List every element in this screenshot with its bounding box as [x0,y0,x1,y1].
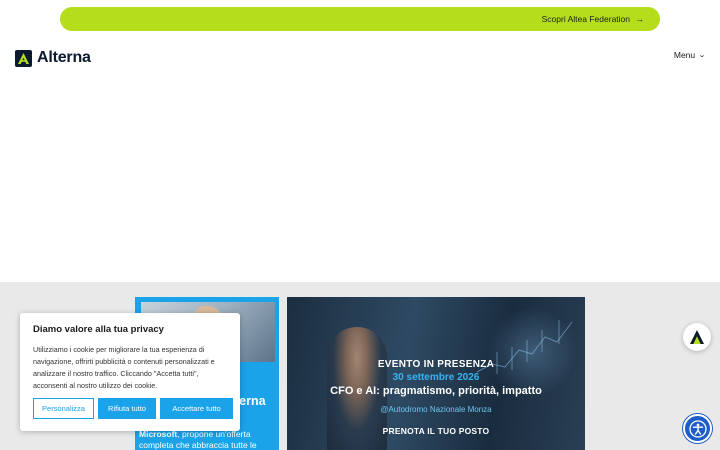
event-date: 30 settembre 2026 [392,372,480,383]
alterna-assistant-button[interactable] [683,323,711,351]
event-title: CFO e AI: pragmatismo, priorità, impatto [330,385,542,397]
site-logo[interactable]: Alterna [15,49,91,67]
event-type: EVENTO IN PRESENZA [377,359,495,370]
promo-card-text: Microsoft, propone un'offerta completa c… [139,429,275,450]
logo-text: Alterna [37,49,91,66]
customize-button[interactable]: Personalizza [33,398,94,419]
alterna-a-icon [690,330,704,344]
menu-button[interactable]: Menu ⌄ [673,50,706,60]
event-cta[interactable]: PRENOTA IL TUO POSTO [287,426,585,436]
reject-all-button[interactable]: Rifiuta tutto [98,398,156,419]
chevron-down-icon: ⌄ [698,52,706,59]
accessibility-button[interactable] [683,414,712,443]
cookie-title: Diamo valore alla tua privacy [33,324,164,335]
arrow-right-icon: → [635,14,644,24]
cookie-consent-dialog: Diamo valore alla tua privacy Utilizziam… [20,313,240,431]
banner-text: Scopri Altea Federation [541,14,630,24]
accept-all-button[interactable]: Accettare tutto [160,398,233,419]
accessibility-icon [688,419,707,438]
cookie-actions: Personalizza Rifiuta tutto Accettare tut… [33,398,233,419]
logo-mark-icon [15,49,32,67]
event-banner[interactable]: EVENTO IN PRESENZA 30 settembre 2026 CFO… [287,297,585,450]
site-header: Alterna Menu ⌄ [0,44,720,74]
top-announcement-banner[interactable]: Scopri Altea Federation → [60,7,660,31]
menu-label: Menu [673,50,696,60]
cookie-body: Utilizziamo i cookie per migliorare la t… [33,345,215,390]
event-location: @Autodromo Nazionale Monza [380,405,492,414]
